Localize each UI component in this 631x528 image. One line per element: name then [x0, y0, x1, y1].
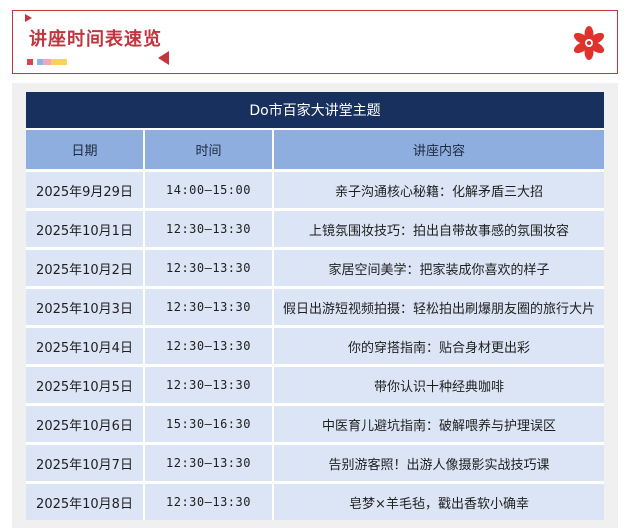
date-cell: 2025年10月6日 [26, 403, 145, 442]
date-cell: 2025年10月2日 [26, 247, 145, 286]
date-cell: 2025年10月3日 [26, 286, 145, 325]
column-header-time: 时间 [145, 128, 274, 169]
topic-cell: 上镜氛围妆技巧：拍出自带故事感的氛围妆容 [274, 208, 605, 247]
table-row: 2025年10月7日 12:30–13:30 告别游客照！出游人像摄影实战技巧课 [26, 442, 605, 481]
date-cell: 2025年10月4日 [26, 325, 145, 364]
time-cell: 12:30–13:30 [145, 442, 274, 481]
topic-cell: 中医育儿避坑指南：破解喂养与护理误区 [274, 403, 605, 442]
table-row: 2025年10月8日 12:30–13:30 皂梦×羊毛毡，戳出香软小确幸 [26, 481, 605, 520]
color-stripes [27, 59, 67, 65]
table-row: 2025年10月4日 12:30–13:30 你的穿搭指南：贴合身材更出彩 [26, 325, 605, 364]
table-row: 2025年9月29日 14:00–15:00 亲子沟通核心秘籍：化解矛盾三大招 [26, 169, 605, 208]
time-cell: 12:30–13:30 [145, 247, 274, 286]
date-cell: 2025年10月1日 [26, 208, 145, 247]
date-cell: 2025年10月5日 [26, 364, 145, 403]
table-row: 2025年10月3日 12:30–13:30 假日出游短视频拍摄：轻松拍出刷爆朋… [26, 286, 605, 325]
time-cell: 12:30–13:30 [145, 325, 274, 364]
topic-cell: 你的穿搭指南：贴合身材更出彩 [274, 325, 605, 364]
topic-cell: 家居空间美学：把家装成你喜欢的样子 [274, 247, 605, 286]
flower-icon [573, 26, 605, 60]
topic-cell: 带你认识十种经典咖啡 [274, 364, 605, 403]
corner-triangle-icon [25, 14, 32, 22]
time-cell: 14:00–15:00 [145, 169, 274, 208]
topic-cell: 假日出游短视频拍摄：轻松拍出刷爆朋友圈的旅行大片 [274, 286, 605, 325]
table-row: 2025年10月5日 12:30–13:30 带你认识十种经典咖啡 [26, 364, 605, 403]
table-row: 2025年10月1日 12:30–13:30 上镜氛围妆技巧：拍出自带故事感的氛… [26, 208, 605, 247]
schedule-table: Do市百家大讲堂主题 日期 时间 讲座内容 2025年9月29日 14:00–1… [26, 92, 605, 520]
column-header-date: 日期 [26, 128, 145, 169]
time-cell: 12:30–13:30 [145, 286, 274, 325]
topic-cell: 亲子沟通核心秘籍：化解矛盾三大招 [274, 169, 605, 208]
date-cell: 2025年10月7日 [26, 442, 145, 481]
table-row: 2025年10月6日 15:30–16:30 中医育儿避坑指南：破解喂养与护理误… [26, 403, 605, 442]
time-cell: 12:30–13:30 [145, 364, 274, 403]
time-cell: 15:30–16:30 [145, 403, 274, 442]
section-header: 讲座时间表速览 [12, 10, 618, 74]
date-cell: 2025年10月8日 [26, 481, 145, 520]
time-cell: 12:30–13:30 [145, 481, 274, 520]
date-cell: 2025年9月29日 [26, 169, 145, 208]
pointer-triangle-icon [158, 51, 169, 65]
table-row: 2025年10月2日 12:30–13:30 家居空间美学：把家装成你喜欢的样子 [26, 247, 605, 286]
table-title: Do市百家大讲堂主题 [26, 92, 605, 128]
topic-cell: 告别游客照！出游人像摄影实战技巧课 [274, 442, 605, 481]
topic-cell: 皂梦×羊毛毡，戳出香软小确幸 [274, 481, 605, 520]
section-title: 讲座时间表速览 [29, 29, 162, 50]
time-cell: 12:30–13:30 [145, 208, 274, 247]
column-header-topic: 讲座内容 [274, 128, 605, 169]
